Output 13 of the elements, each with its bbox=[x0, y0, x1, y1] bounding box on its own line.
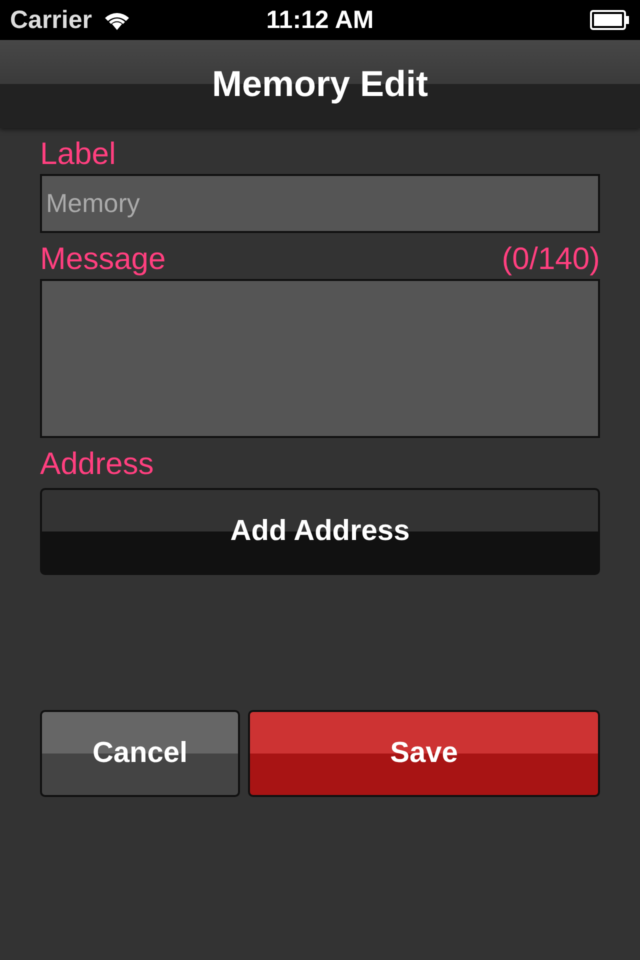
carrier-name: Carrier bbox=[10, 6, 92, 34]
battery-icon bbox=[590, 10, 630, 30]
field-label: Message bbox=[40, 240, 166, 278]
label-input-field[interactable]: Memory bbox=[40, 174, 600, 233]
screen-title: Memory Edit bbox=[212, 63, 428, 105]
message-input-field[interactable] bbox=[40, 279, 600, 438]
add-address-button[interactable]: Add Address bbox=[40, 488, 600, 575]
save-button[interactable]: Save bbox=[248, 710, 600, 797]
cancel-button[interactable]: Cancel bbox=[40, 710, 240, 797]
character-counter: (0/140) bbox=[502, 240, 600, 278]
field-label: Address bbox=[40, 445, 155, 483]
clock-time: 11:12 AM bbox=[266, 6, 374, 34]
field-label: Label bbox=[40, 135, 117, 173]
